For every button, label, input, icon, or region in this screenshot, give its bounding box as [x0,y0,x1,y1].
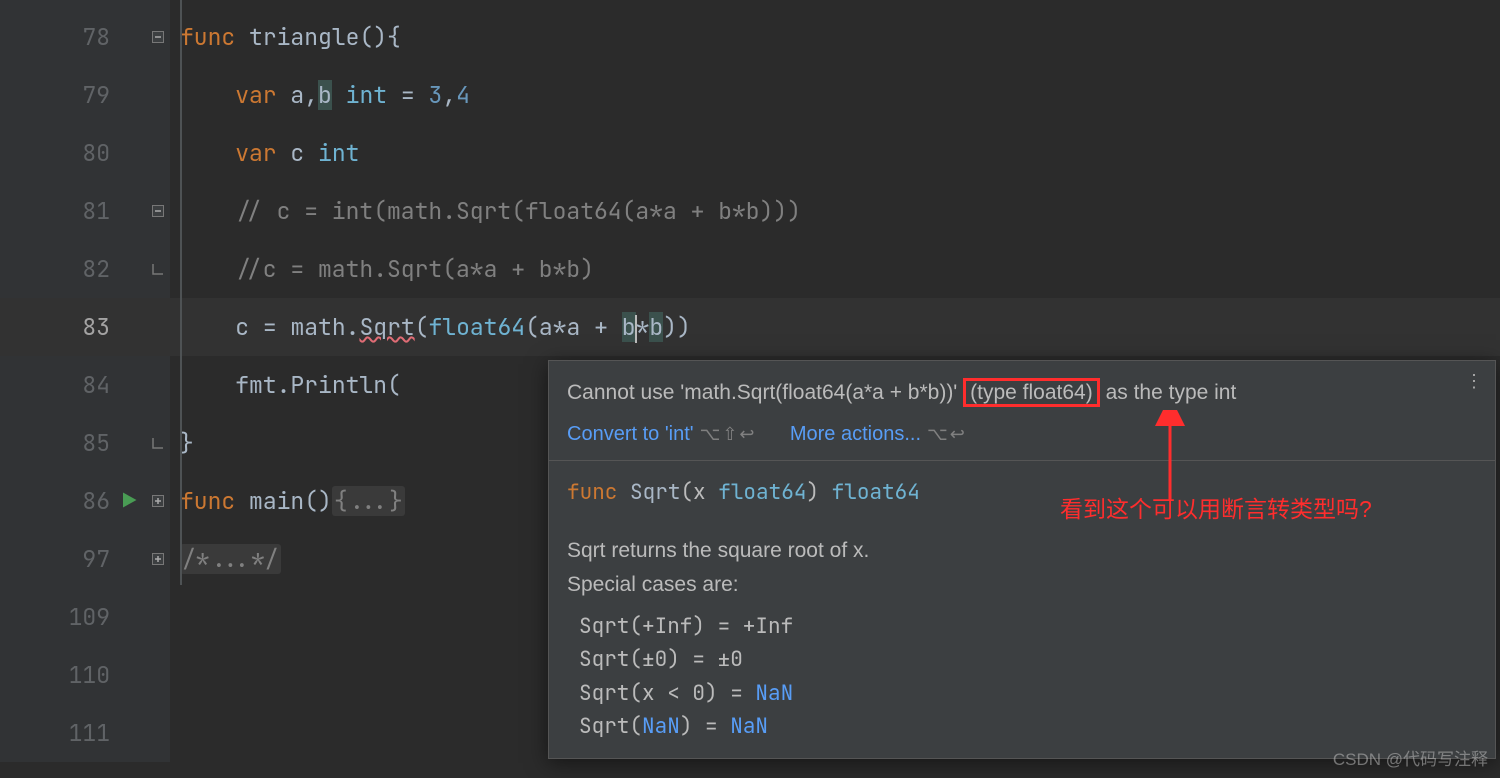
line-number: 78 [82,8,110,66]
line-number: 82 [82,240,110,298]
code-line[interactable]: var c int [170,124,1500,182]
code-line[interactable]: //c = math.Sqrt(a*a + b*b) [170,240,1500,298]
fold-collapse-icon[interactable] [150,29,166,45]
folded-block[interactable]: /*...*/ [180,544,281,574]
code-line[interactable]: func triangle(){ [170,8,1500,66]
fold-collapse-icon[interactable] [150,203,166,219]
code-line-current[interactable]: c = math.Sqrt(float64(a*a + b*b)) [170,298,1500,356]
line-number: 83 [82,298,110,356]
convert-to-int-action[interactable]: Convert to 'int' [567,423,694,445]
more-actions-link[interactable]: More actions... [790,423,921,445]
annotation-text: 看到这个可以用断言转类型吗? [1060,490,1372,524]
line-number: 80 [82,124,110,182]
doc-special-cases: Sqrt(+Inf) = +Inf Sqrt(±0) = ±0 Sqrt(x <… [549,602,1495,758]
watermark: CSDN @代码写注释 [1333,745,1488,770]
quickfix-actions: Convert to 'int' ⌥⇧↩ More actions... ⌥↩ [549,419,1495,460]
fold-end-icon[interactable] [150,435,166,451]
run-icon[interactable] [120,472,138,530]
folded-block[interactable]: {...} [332,486,405,516]
line-number: 109 [69,588,110,646]
fold-end-icon[interactable] [150,261,166,277]
code-line[interactable]: // c = int(math.Sqrt(float64(a*a + b*b))… [170,182,1500,240]
error-tooltip: ⋮ Cannot use 'math.Sqrt(float64(a*a + b*… [548,360,1496,759]
indent-guide [180,0,182,585]
fold-expand-icon[interactable] [150,493,166,509]
line-number: 85 [82,414,110,472]
line-number: 97 [82,530,110,588]
function-doc: Sqrt returns the square root of x. Speci… [549,524,1495,601]
keyboard-shortcut: ⌥⇧↩ [700,424,757,444]
more-icon[interactable]: ⋮ [1465,371,1485,392]
line-number: 86 [82,472,110,530]
error-message: Cannot use 'math.Sqrt(float64(a*a + b*b)… [549,361,1495,419]
line-number: 111 [69,704,110,762]
annotation-highlight: (type float64) [963,378,1100,407]
line-number: 84 [82,356,110,414]
gutter: 78 79 80 81 82 83 84 85 86 97 109 110 11… [0,0,170,762]
code-line[interactable]: var a,b int = 3,4 [170,66,1500,124]
line-number: 79 [82,66,110,124]
keyboard-shortcut: ⌥↩ [927,424,967,444]
fold-expand-icon[interactable] [150,551,166,567]
line-number: 110 [69,646,110,704]
line-number: 81 [82,182,110,240]
